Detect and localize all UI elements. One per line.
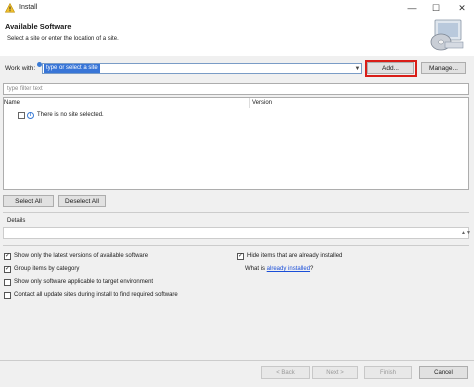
back-button[interactable]: < Back: [261, 366, 310, 379]
work-with-label: Work with:: [5, 65, 36, 72]
hide-installed-checkbox[interactable]: ✓: [237, 253, 244, 260]
column-header-name[interactable]: Name: [4, 98, 249, 108]
manage-button[interactable]: Manage...: [421, 62, 466, 74]
work-with-input[interactable]: type or select a site: [44, 64, 100, 73]
warning-icon: [4, 2, 16, 13]
deselect-all-button[interactable]: Deselect All: [58, 195, 106, 207]
info-icon: i: [27, 112, 34, 119]
maximize-button[interactable]: ☐: [424, 0, 448, 16]
group-by-category-label: Group items by category: [14, 266, 80, 272]
target-env-label: Show only software applicable to target …: [14, 279, 154, 285]
target-env-checkbox[interactable]: [4, 279, 11, 286]
hide-installed-label: Hide items that are already installed: [247, 253, 343, 259]
what-is-installed: What is already installed?: [245, 266, 313, 272]
divider: [3, 245, 469, 246]
row-checkbox[interactable]: [18, 112, 25, 119]
contact-sites-label: Contact all update sites during install …: [14, 292, 178, 298]
finish-button[interactable]: Finish: [364, 366, 412, 379]
contact-sites-checkbox[interactable]: [4, 292, 11, 299]
group-by-category-checkbox[interactable]: ✓: [4, 266, 11, 273]
column-divider[interactable]: [249, 98, 250, 108]
latest-versions-checkbox[interactable]: ✓: [4, 253, 11, 260]
divider: [0, 360, 474, 361]
details-label: Details: [7, 218, 26, 224]
cancel-button[interactable]: Cancel: [419, 366, 468, 379]
install-banner-icon: [427, 18, 465, 52]
table-row: There is no site selected.: [37, 112, 104, 118]
minimize-button[interactable]: —: [400, 0, 424, 16]
latest-versions-label: Show only the latest versions of availab…: [14, 253, 149, 259]
divider: [3, 212, 469, 213]
select-all-button[interactable]: Select All: [3, 195, 54, 207]
what-is-prefix: What is: [245, 266, 267, 272]
close-button[interactable]: ✕: [450, 0, 474, 16]
scroll-arrow-icon[interactable]: ▲▼: [461, 230, 471, 236]
software-table[interactable]: [3, 97, 469, 190]
details-area[interactable]: [3, 227, 469, 239]
chevron-down-icon[interactable]: ▼: [354, 64, 361, 73]
filter-input[interactable]: type filter text: [3, 83, 469, 95]
page-title: Available Software: [5, 22, 72, 31]
column-header-version[interactable]: Version: [252, 98, 468, 108]
next-button[interactable]: Next >: [312, 366, 358, 379]
page-subtitle: Select a site or enter the location of a…: [7, 36, 119, 42]
highlight-box: [365, 60, 417, 77]
window-title: Install: [19, 4, 38, 11]
what-is-suffix: ?: [310, 266, 314, 272]
already-installed-link[interactable]: already installed: [267, 266, 310, 272]
